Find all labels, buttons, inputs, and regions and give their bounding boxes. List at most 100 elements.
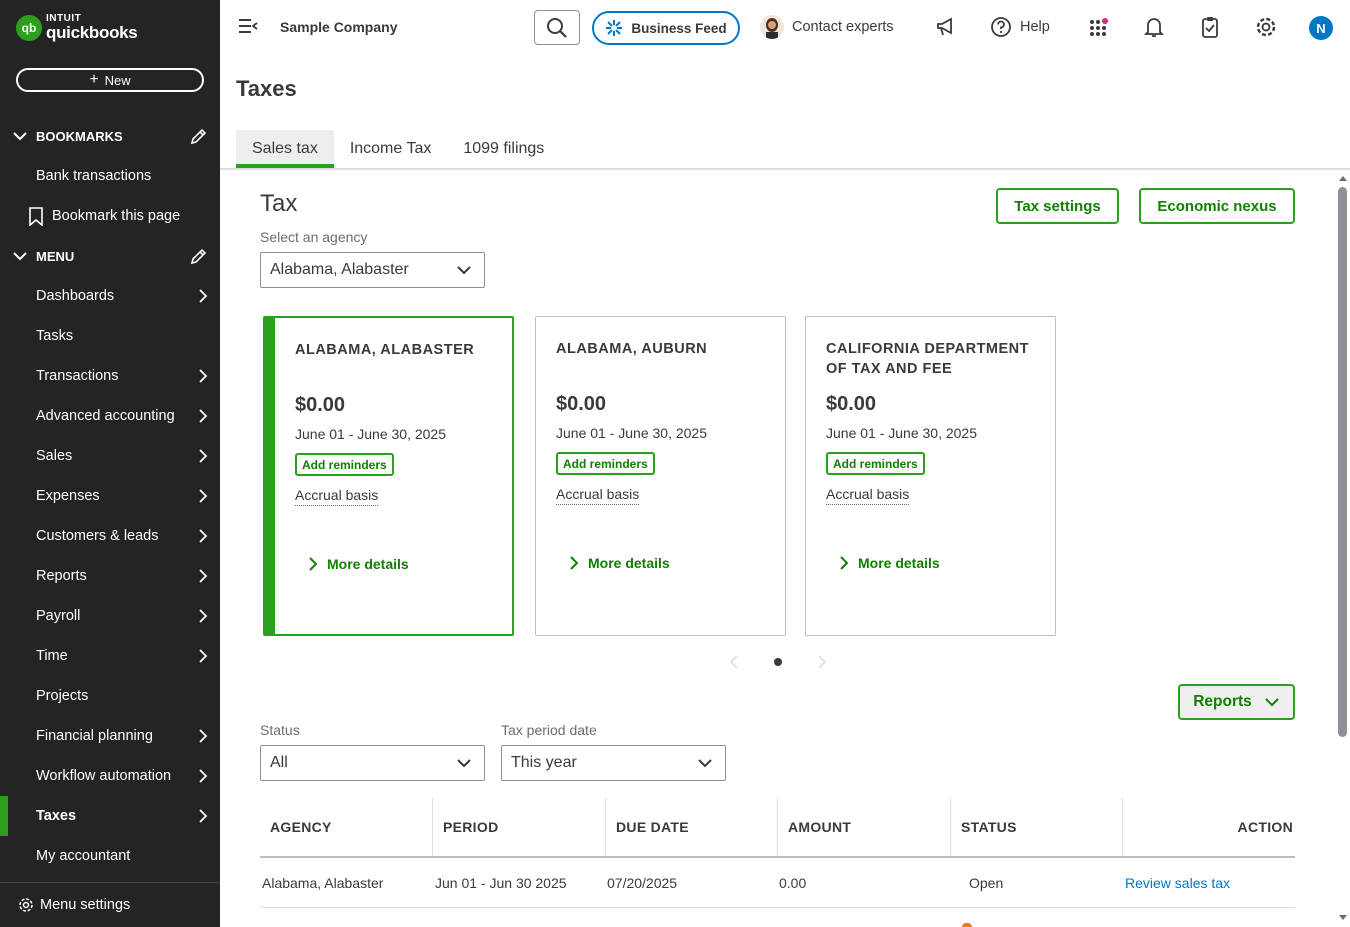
contact-experts-label: Contact experts <box>792 19 894 35</box>
pencil-icon[interactable] <box>190 127 208 145</box>
column-header-status[interactable]: STATUS <box>950 798 1122 856</box>
sidebar-item-label: Projects <box>36 688 89 704</box>
tab-sales-tax[interactable]: Sales tax <box>236 130 334 168</box>
table-header: AGENCY PERIOD DUE DATE AMOUNT STATUS ACT… <box>260 798 1295 858</box>
sidebar-item-label: Payroll <box>36 608 81 624</box>
sidebar-item-payroll[interactable]: Payroll <box>0 596 220 636</box>
sidebar-item-expenses[interactable]: Expenses <box>0 476 220 516</box>
sidebar-item-tasks[interactable]: Tasks <box>0 316 220 356</box>
page-scrollbar[interactable] <box>1336 172 1350 927</box>
page-title: Taxes <box>236 76 297 101</box>
agency-card[interactable]: ALABAMA, ALABASTER $0.00 June 01 - June 30… <box>263 316 514 636</box>
more-details-label: More details <box>327 556 409 572</box>
economic-nexus-button[interactable]: Economic nexus <box>1139 188 1295 224</box>
sidebar-item-label: Taxes <box>36 808 77 824</box>
chevron-right-icon <box>199 809 208 823</box>
gear-icon <box>19 898 33 912</box>
accounting-basis-label[interactable]: Accrual basis <box>826 486 910 505</box>
agency-select[interactable]: Alabama, Alabaster <box>260 252 485 288</box>
column-header-amount[interactable]: AMOUNT <box>777 798 950 856</box>
more-details-link[interactable]: More details <box>309 556 409 572</box>
business-feed-button[interactable]: Business Feed <box>592 11 740 45</box>
chevron-left-icon[interactable] <box>729 654 739 670</box>
sidebar-item-taxes[interactable]: Taxes <box>0 796 220 836</box>
sidebar-item-sales[interactable]: Sales <box>0 436 220 476</box>
contact-experts-button[interactable]: Contact experts <box>760 15 894 39</box>
agency-card-amount: $0.00 <box>295 394 346 416</box>
bell-icon[interactable] <box>1144 16 1164 38</box>
menu-header[interactable]: MENU <box>0 236 220 276</box>
tax-period-filter-select[interactable]: This year <box>501 745 726 781</box>
scrollbar-thumb[interactable] <box>1338 187 1347 737</box>
sidebar-item-customers-and-leads[interactable]: Customers & leads <box>0 516 220 556</box>
tax-period-filter-label: Tax period date <box>501 722 597 738</box>
status-filter-select[interactable]: All <box>260 745 485 781</box>
megaphone-icon[interactable] <box>936 16 956 38</box>
column-header-action: ACTION <box>1122 798 1295 856</box>
sidebar-item-transactions[interactable]: Transactions <box>0 356 220 396</box>
chevron-right-icon <box>199 769 208 783</box>
cell-due-date: 07/20/2025 <box>607 875 678 891</box>
bookmark-bank-transactions[interactable]: Bank transactions <box>0 156 220 196</box>
quickbooks-logo[interactable]: qb INTUIT quickbooks <box>16 14 138 41</box>
column-header-period[interactable]: PERIOD <box>432 798 605 856</box>
chevron-right-icon <box>199 369 208 383</box>
chevron-right-icon <box>199 649 208 663</box>
chevron-down-icon <box>457 266 471 275</box>
chevron-right-icon <box>199 529 208 543</box>
sidebar-item-projects[interactable]: Projects <box>0 676 220 716</box>
agency-card[interactable]: ALABAMA, AUBURN $0.00 June 01 - June 30, 2… <box>535 316 786 636</box>
more-details-link[interactable]: More details <box>840 555 940 571</box>
tab-1099-filings[interactable]: 1099 filings <box>447 130 560 168</box>
tab-income-tax[interactable]: Income Tax <box>334 130 448 168</box>
pencil-icon[interactable] <box>190 247 208 265</box>
bookmark-this-page[interactable]: Bookmark this page <box>0 196 220 236</box>
help-button[interactable]: Help <box>990 16 1050 38</box>
new-button[interactable]: + New <box>16 68 204 92</box>
sidebar-item-my-accountant[interactable]: My accountant <box>0 836 220 876</box>
column-header-due-date[interactable]: DUE DATE <box>605 798 777 856</box>
agency-card-amount: $0.00 <box>826 393 877 415</box>
apps-grid-icon[interactable] <box>1089 17 1111 39</box>
carousel-dot[interactable] <box>774 658 782 666</box>
sidebar-item-dashboards[interactable]: Dashboards <box>0 276 220 316</box>
sidebar-item-label: Customers & leads <box>36 528 159 544</box>
scroll-up-icon[interactable] <box>1338 174 1348 182</box>
task-clipboard-icon[interactable] <box>1200 16 1220 38</box>
add-reminders-button[interactable]: Add reminders <box>295 453 394 476</box>
reports-button-label: Reports <box>1193 693 1252 710</box>
review-sales-tax-link[interactable]: Review sales tax <box>1125 875 1230 891</box>
reports-dropdown-button[interactable]: Reports <box>1178 684 1295 720</box>
agency-card[interactable]: CALIFORNIA DEPARTMENT OF TAX AND FEE $0.0… <box>805 316 1056 636</box>
accounting-basis-label[interactable]: Accrual basis <box>556 486 640 505</box>
scroll-down-icon[interactable] <box>1338 914 1348 922</box>
bookmarks-header[interactable]: BOOKMARKS <box>0 116 220 156</box>
settings-gear-icon[interactable] <box>1255 16 1277 38</box>
sidebar-item-advanced-accounting[interactable]: Advanced accounting <box>0 396 220 436</box>
menu-settings-button[interactable]: Menu settings <box>0 882 220 927</box>
add-reminders-button[interactable]: Add reminders <box>826 452 925 475</box>
agency-card-period: June 01 - June 30, 2025 <box>295 426 447 442</box>
chevron-down-icon <box>13 132 27 141</box>
add-reminders-button[interactable]: Add reminders <box>556 452 655 475</box>
sidebar-item-reports[interactable]: Reports <box>0 556 220 596</box>
more-details-link[interactable]: More details <box>570 555 670 571</box>
chevron-right-icon[interactable] <box>817 654 827 670</box>
collapse-menu-icon[interactable] <box>238 18 258 34</box>
column-header-agency[interactable]: AGENCY <box>260 798 432 856</box>
sidebar-item-label: Time <box>36 648 68 664</box>
sidebar-item-time[interactable]: Time <box>0 636 220 676</box>
accounting-basis-label[interactable]: Accrual basis <box>295 487 379 506</box>
search-button[interactable] <box>534 10 580 45</box>
business-feed-label: Business Feed <box>631 20 727 36</box>
sidebar-item-workflow-automation[interactable]: Workflow automation <box>0 756 220 796</box>
tax-settings-button[interactable]: Tax settings <box>996 188 1119 224</box>
agency-card-period: June 01 - June 30, 2025 <box>556 425 708 441</box>
user-avatar[interactable]: N <box>1309 16 1333 40</box>
sidebar-item-label: Dashboards <box>36 288 115 304</box>
chevron-right-icon <box>199 409 208 423</box>
chevron-right-icon <box>199 289 208 303</box>
menu-settings-label: Menu settings <box>40 897 131 913</box>
sidebar-item-label: Expenses <box>36 488 100 504</box>
sidebar-item-financial-planning[interactable]: Financial planning <box>0 716 220 756</box>
